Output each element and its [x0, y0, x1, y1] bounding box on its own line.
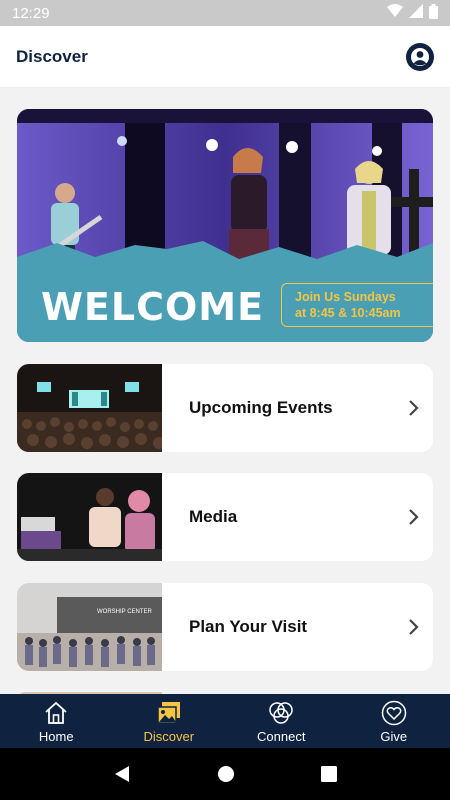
media-label: Media	[189, 507, 238, 526]
nav-connect-label: Connect	[257, 728, 306, 744]
status-icons	[387, 3, 438, 23]
page-title: Discover	[16, 46, 88, 66]
wifi-icon	[387, 4, 403, 22]
recents-icon[interactable]	[321, 766, 337, 782]
service-times-line1: Join Us Sundays	[295, 290, 396, 304]
signal-icon	[409, 4, 423, 22]
nav-home[interactable]: Home	[0, 694, 113, 748]
plan-visit-thumbnail: WORSHIP CENTER	[17, 583, 162, 671]
system-nav-bar	[0, 748, 450, 800]
chevron-right-icon	[393, 618, 433, 636]
nav-discover-label: Discover	[143, 728, 195, 744]
profile-icon	[411, 47, 429, 66]
nav-give[interactable]: Give	[338, 694, 450, 748]
worship-center-sign: WORSHIP CENTER	[97, 609, 153, 615]
nav-give-label: Give	[380, 728, 408, 744]
upcoming-events-label: Upcoming Events	[189, 398, 333, 417]
nav-home-label: Home	[38, 728, 74, 744]
upcoming-events-thumbnail	[17, 364, 162, 452]
images-icon	[157, 701, 180, 724]
service-times-box: Join Us Sundays at 8:45 & 10:45am	[281, 283, 433, 327]
home-circle-icon[interactable]	[217, 765, 235, 783]
service-times-line2: at 8:45 & 10:45am	[295, 306, 401, 320]
home-icon	[45, 701, 67, 724]
nav-discover[interactable]: Discover	[113, 694, 226, 748]
connect-icon	[269, 701, 293, 724]
back-icon[interactable]	[113, 764, 131, 784]
welcome-heading: WELCOME	[41, 285, 265, 329]
heart-icon	[381, 700, 406, 725]
discover-content[interactable]: WELCOME Join Us Sundays at 8:45 & 10:45a…	[0, 88, 450, 694]
app-header: Discover	[0, 26, 450, 88]
upcoming-events-card[interactable]: Upcoming Events	[17, 364, 433, 452]
bottom-nav: Home Discover Connect Give	[0, 694, 450, 748]
chevron-right-icon	[393, 399, 433, 417]
battery-icon	[429, 3, 438, 23]
profile-button[interactable]	[406, 42, 434, 71]
media-card[interactable]: Media	[17, 473, 433, 561]
chevron-right-icon	[393, 508, 433, 526]
nav-connect[interactable]: Connect	[225, 694, 338, 748]
status-time: 12:29	[12, 4, 50, 22]
status-bar: 12:29	[0, 0, 450, 26]
plan-your-visit-card[interactable]: WORSHIP CENTER Plan Your Visit	[17, 583, 433, 671]
plan-your-visit-label: Plan Your Visit	[189, 617, 308, 636]
media-thumbnail	[17, 473, 162, 561]
welcome-banner[interactable]: WELCOME Join Us Sundays at 8:45 & 10:45a…	[17, 109, 433, 342]
